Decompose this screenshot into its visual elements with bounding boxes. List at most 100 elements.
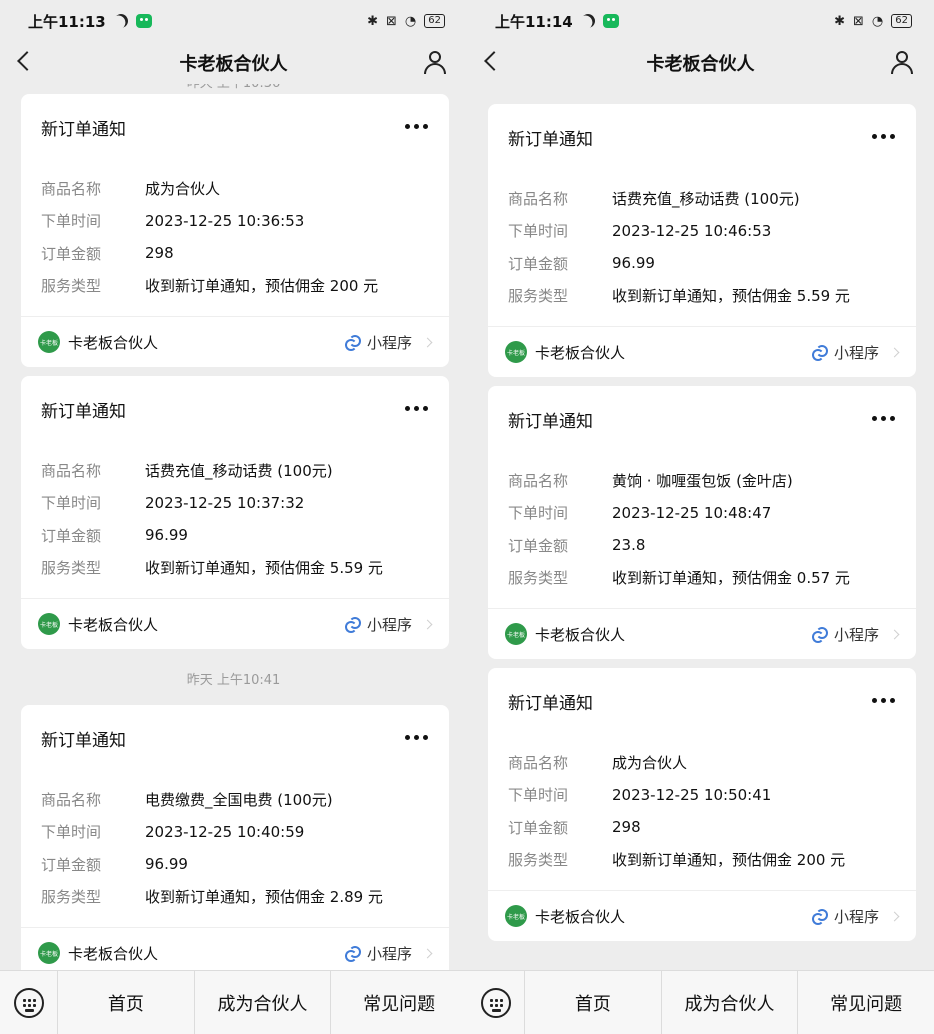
card-footer[interactable]: 卡老板 卡老板合伙人 小程序 [488,890,916,941]
message-list[interactable]: 昨天 上午10:36 新订单通知 商品名称 成为合伙人 下单时间 2023-12-2… [0,84,467,970]
card-title: 新订单通知 [508,129,593,150]
row-label: 服务类型 [41,888,102,907]
menu-home[interactable]: 首页 [525,970,662,1034]
user-icon[interactable] [890,51,914,75]
card-row: 下单时间 2023-12-25 10:36:53 [41,205,429,238]
keyboard-icon [480,987,511,1018]
wifi-icon: ◔ [404,13,417,29]
app-name: 卡老板合伙人 [535,625,626,644]
card-row: 商品名称 话费充值_移动话费 (100元) [508,182,896,215]
card-rows: 商品名称 话费充值_移动话费 (100元) 下单时间 2023-12-25 10:4… [488,170,916,312]
row-value: 2023-12-25 10:40:59 [145,822,305,841]
row-label: 服务类型 [41,559,102,578]
order-card[interactable]: 新订单通知 商品名称 成为合伙人 下单时间 2023-12-25 10:36:53 … [21,94,449,367]
keyboard-button[interactable] [467,970,525,1034]
app-logo: 卡老板 [505,623,527,645]
keyboard-button[interactable] [0,970,58,1034]
card-footer[interactable]: 卡老板 卡老板合伙人 小程序 [21,598,449,649]
more-icon[interactable] [405,735,429,741]
row-value: 23.8 [612,536,646,555]
card-row: 下单时间 2023-12-25 10:50:41 [508,779,896,812]
mini-program-link[interactable]: 小程序 [811,624,900,645]
more-icon[interactable] [872,416,896,422]
status-left: 上午11:13 [28,11,152,32]
row-label: 订单金额 [508,536,569,555]
card-footer[interactable]: 卡老板 卡老板合伙人 小程序 [488,326,916,377]
card-row: 商品名称 黄饷 · 咖喱蛋包饭 (金叶店) [508,464,896,497]
card-row: 商品名称 话费充值_移动话费 (100元) [41,454,429,487]
more-icon[interactable] [872,698,896,704]
nav-title: 卡老板合伙人 [646,54,755,75]
card-rows: 商品名称 成为合伙人 下单时间 2023-12-25 10:50:41 订单金额 29… [488,734,916,876]
card-title: 新订单通知 [41,730,126,751]
back-icon[interactable] [17,51,37,71]
time-label: 昨天 上午10:41 [186,673,281,688]
status-right: ✱ ⊠ ◔ 62 [367,14,445,29]
order-card[interactable]: 新订单通知 商品名称 黄饷 · 咖喱蛋包饭 (金叶店) 下单时间 2023-12-2… [488,386,916,659]
row-label: 商品名称 [41,461,102,480]
screens: 上午11:13 ✱ ⊠ ◔ 62 卡老板合伙人 昨天 上午10:36 新订单通知 [0,0,934,1034]
menu-faq[interactable]: 常见问题 [798,971,934,1034]
card-title: 新订单通知 [508,411,593,432]
card-row: 订单金额 298 [41,237,429,270]
message-list[interactable]: 新订单通知 商品名称 话费充值_移动话费 (100元) 下单时间 2023-12-2… [467,84,934,970]
row-label: 下单时间 [41,823,102,842]
row-label: 订单金额 [41,855,102,874]
card-head: 新订单通知 [488,668,916,734]
card-head: 新订单通知 [21,376,449,442]
card-row: 下单时间 2023-12-25 10:46:53 [508,215,896,248]
chevron-right-icon [422,337,433,347]
card-head: 新订单通知 [21,94,449,160]
chevron-right-icon [889,347,900,357]
menu-become-partner[interactable]: 成为合伙人 [195,970,332,1034]
nav-bar: 卡老板合伙人 [0,42,467,84]
menu-faq[interactable]: 常见问题 [331,971,467,1034]
battery-icon: 62 [424,14,445,28]
row-label: 商品名称 [508,189,569,208]
order-card[interactable]: 新订单通知 商品名称 话费充值_移动话费 (100元) 下单时间 2023-12-2… [21,376,449,649]
row-label: 下单时间 [41,212,102,231]
order-card[interactable]: 新订单通知 商品名称 成为合伙人 下单时间 2023-12-25 10:50:41 … [488,668,916,941]
more-icon[interactable] [405,406,429,412]
row-label: 商品名称 [41,179,102,198]
mini-program-link[interactable]: 小程序 [344,943,433,964]
mini-program-link[interactable]: 小程序 [344,332,433,353]
card-title: 新订单通知 [41,119,126,140]
row-label: 服务类型 [508,851,569,870]
menu-become-partner[interactable]: 成为合伙人 [662,970,799,1034]
back-icon[interactable] [484,51,504,71]
mini-program-link[interactable]: 小程序 [811,906,900,927]
mini-program-link[interactable]: 小程序 [344,614,433,635]
order-card[interactable]: 新订单通知 商品名称 电费缴费_全国电费 (100元) 下单时间 2023-12-2… [21,705,449,970]
card-footer[interactable]: 卡老板 卡老板合伙人 小程序 [21,927,449,970]
mini-program-link[interactable]: 小程序 [811,342,900,363]
mini-program-label: 小程序 [366,615,412,634]
mini-program-icon [811,626,828,643]
card-footer[interactable]: 卡老板 卡老板合伙人 小程序 [21,316,449,367]
row-label: 订单金额 [508,818,569,837]
wechat-icon [602,14,619,28]
row-value: 2023-12-25 10:46:53 [612,221,772,240]
more-icon[interactable] [405,124,429,130]
wifi-icon: ◔ [871,13,884,29]
row-label: 订单金额 [508,254,569,273]
sim-icon: ⊠ [386,13,397,29]
menu-home[interactable]: 首页 [58,970,195,1034]
card-head: 新订单通知 [488,104,916,170]
order-card[interactable]: 新订单通知 商品名称 话费充值_移动话费 (100元) 下单时间 2023-12-2… [488,104,916,377]
row-value: 收到新订单通知，预估佣金 2.89 元 [145,888,383,907]
card-footer[interactable]: 卡老板 卡老板合伙人 小程序 [488,608,916,659]
card-rows: 商品名称 成为合伙人 下单时间 2023-12-25 10:36:53 订单金额 29… [21,160,449,302]
row-value: 话费充值_移动话费 (100元) [612,189,800,208]
row-label: 商品名称 [41,790,102,809]
status-left: 上午11:14 [495,11,619,32]
more-icon[interactable] [872,134,896,140]
keyboard-icon [13,987,44,1018]
user-icon[interactable] [423,51,447,75]
card-row: 服务类型 收到新订单通知，预估佣金 5.59 元 [508,280,896,313]
row-label: 服务类型 [508,287,569,306]
app-name: 卡老板合伙人 [535,343,626,362]
bottom-menu: 首页 成为合伙人 常见问题 [467,970,934,1034]
row-label: 下单时间 [508,504,569,523]
row-value: 收到新订单通知，预估佣金 5.59 元 [145,559,383,578]
